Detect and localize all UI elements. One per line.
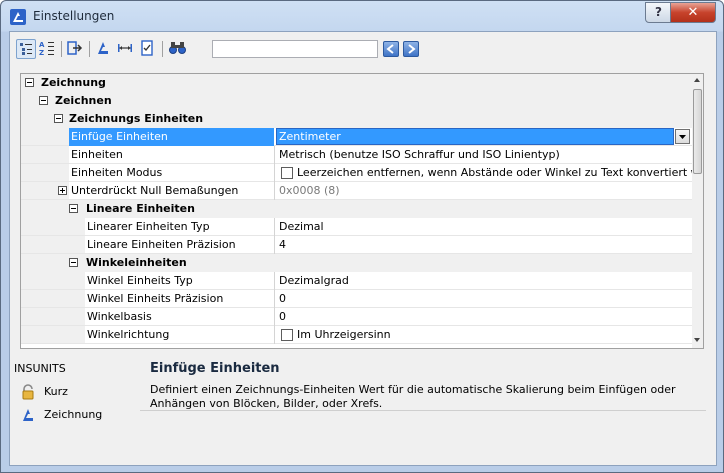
property-name: Unterdrückt Null Bemaßungen: [71, 184, 239, 197]
checkbox[interactable]: [281, 329, 293, 341]
property-name: Winkelbasis: [87, 310, 152, 323]
scrollbar-thumb[interactable]: [693, 89, 702, 174]
property-name: Einfüge Einheiten: [71, 130, 168, 143]
find-button[interactable]: [168, 39, 188, 59]
checklist-icon: [141, 40, 153, 56]
collapse-icon[interactable]: [69, 258, 78, 267]
units-button[interactable]: [94, 39, 114, 59]
find-icon: [169, 42, 186, 54]
window-title: Einstellungen: [33, 9, 115, 23]
property-value[interactable]: 0: [279, 308, 286, 326]
scroll-down-icon[interactable]: [694, 338, 700, 342]
dropdown-button[interactable]: [675, 129, 690, 144]
property-name: Winkel Einheits Typ: [87, 274, 193, 287]
category-view-icon: [20, 43, 32, 55]
collapse-icon[interactable]: [39, 96, 48, 105]
category-label: Zeichnen: [55, 94, 112, 107]
favorite-label: Zeichnung: [44, 408, 103, 421]
previous-button[interactable]: [383, 41, 399, 57]
property-value[interactable]: 0: [279, 290, 286, 308]
property-name: Einheiten Modus: [71, 166, 163, 179]
property-row-winkel-einheits-praezision[interactable]: Winkel Einheits Präzision 0: [21, 290, 692, 308]
export-button[interactable]: [66, 39, 86, 59]
description-title: Einfüge Einheiten: [150, 361, 280, 376]
category-row-zeichnungs-einheiten[interactable]: Zeichnungs Einheiten: [21, 110, 692, 128]
property-value[interactable]: Metrisch (benutze ISO Schraffur und ISO …: [279, 146, 560, 164]
category-label: Lineare Einheiten: [86, 202, 195, 215]
vertical-scrollbar[interactable]: [692, 74, 703, 348]
property-value: Im Uhrzeigersinn: [297, 328, 391, 341]
category-row-zeichnung[interactable]: Zeichnung: [21, 74, 692, 92]
toolbar-separator: [61, 41, 62, 57]
collapse-icon[interactable]: [25, 78, 34, 87]
drawing-icon: [23, 409, 33, 421]
arrow-left-icon: [386, 44, 394, 54]
property-row-winkel-einheits-typ[interactable]: Winkel Einheits Typ Dezimalgrad: [21, 272, 692, 290]
app-icon: [10, 9, 26, 25]
property-value[interactable]: 4: [279, 236, 286, 254]
category-label: Zeichnung: [41, 76, 106, 89]
arrow-right-icon: [408, 44, 416, 54]
category-row-zeichnen[interactable]: Zeichnen: [21, 92, 692, 110]
favorite-label: Kurz: [44, 385, 68, 398]
property-value: 0x0008 (8): [279, 184, 340, 197]
toolbar-separator: [89, 41, 90, 57]
property-row-linearer-einheiten-typ[interactable]: Linearer Einheiten Typ Dezimal: [21, 218, 692, 236]
dialog-client-area: A Z Zeichnung Zeichnen Zeichnungs Einhei…: [9, 31, 717, 466]
category-row-lineare-einheiten[interactable]: Lineare Einheiten: [21, 200, 692, 218]
property-row-einheiten[interactable]: Einheiten Metrisch (benutze ISO Schraffu…: [21, 146, 692, 164]
settings-window: Einstellungen ? ✕ A Z Zeichnung Zeichnen…: [0, 0, 724, 473]
title-bar[interactable]: Einstellungen ? ✕: [1, 1, 723, 31]
description-panel: INSUNITS Kurz Zeichnung Einfüge Einheite…: [10, 352, 716, 465]
checkbox[interactable]: [281, 167, 293, 179]
units-icon: [98, 42, 108, 54]
alpha-sort-button[interactable]: A Z: [38, 39, 58, 59]
property-row-winkelbasis[interactable]: Winkelbasis 0: [21, 308, 692, 326]
property-value[interactable]: Dezimal: [279, 218, 324, 236]
property-row-einfuege-einheiten[interactable]: Einfüge Einheiten Zentimeter: [21, 128, 692, 146]
property-name: Winkel Einheits Präzision: [87, 292, 224, 305]
toolbar: A Z: [16, 36, 706, 62]
svg-text:Z: Z: [39, 49, 44, 57]
property-name: Einheiten: [71, 148, 123, 161]
property-row-winkelrichtung[interactable]: Winkelrichtung Im Uhrzeigersinn: [21, 326, 692, 344]
export-icon: [67, 41, 83, 55]
next-button[interactable]: [403, 41, 419, 57]
property-name: Winkelrichtung: [87, 328, 170, 341]
toolbar-separator: [162, 41, 163, 57]
svg-text:A: A: [39, 41, 45, 49]
category-row-winkeleinheiten[interactable]: Winkeleinheiten: [21, 254, 692, 272]
checklist-button[interactable]: [138, 39, 158, 59]
dimension-button[interactable]: [116, 39, 136, 59]
category-label: Zeichnungs Einheiten: [69, 112, 204, 125]
alpha-sort-icon: A Z: [39, 41, 54, 57]
property-grid: Zeichnung Zeichnen Zeichnungs Einheiten …: [20, 73, 704, 349]
scroll-up-icon[interactable]: [694, 78, 700, 82]
expand-icon[interactable]: [58, 186, 67, 195]
property-name: Linearer Einheiten Typ: [87, 220, 210, 233]
search-input[interactable]: [212, 40, 378, 58]
description-text: Definiert einen Zeichnungs-Einheiten Wer…: [150, 383, 676, 410]
property-row-lineare-einheiten-praezision[interactable]: Lineare Einheiten Präzision 4: [21, 236, 692, 254]
property-value: Leerzeichen entfernen, wenn Abstände ode…: [297, 166, 704, 179]
dimension-icon: [118, 44, 132, 52]
property-row-unterdrueckt-null-bemassungen[interactable]: Unterdrückt Null Bemaßungen 0x0008 (8): [21, 182, 692, 200]
property-value-dropdown[interactable]: Zentimeter: [279, 128, 341, 146]
help-button[interactable]: ?: [645, 2, 672, 23]
close-button[interactable]: ✕: [670, 2, 716, 23]
property-name: Lineare Einheiten Präzision: [87, 238, 236, 251]
collapse-icon[interactable]: [69, 204, 78, 213]
category-label: Winkeleinheiten: [86, 256, 187, 269]
category-view-button[interactable]: [16, 39, 36, 59]
property-value[interactable]: Dezimalgrad: [279, 272, 349, 290]
chevron-down-icon: [679, 135, 686, 139]
lock-icon: [22, 384, 34, 400]
system-variable-name: INSUNITS: [14, 362, 66, 375]
property-row-einheiten-modus[interactable]: Einheiten Modus Leerzeichen entfernen, w…: [21, 164, 703, 182]
collapse-icon[interactable]: [54, 114, 63, 123]
